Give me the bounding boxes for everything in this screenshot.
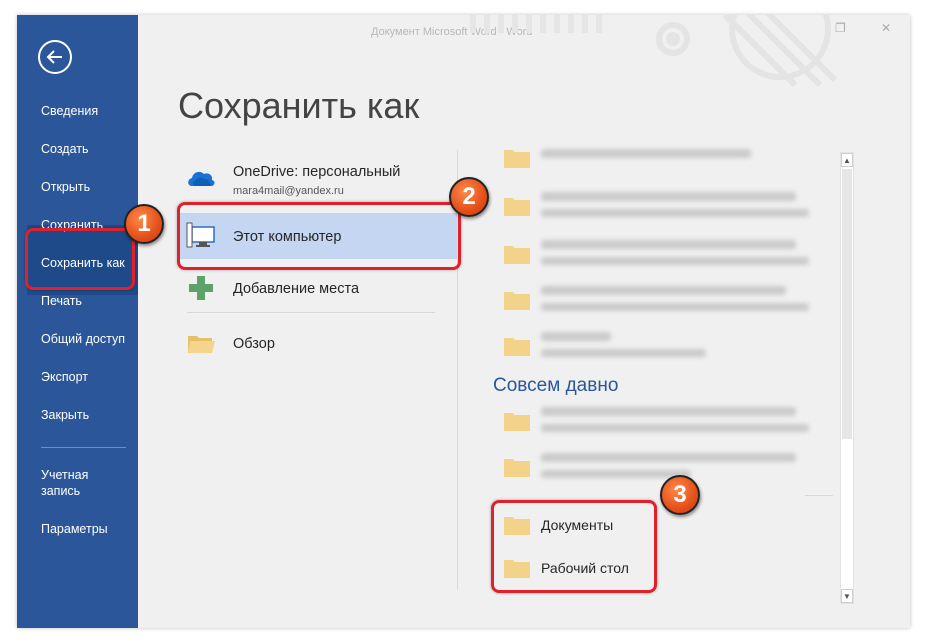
recent-folder-row[interactable] — [503, 400, 815, 444]
back-button[interactable] — [38, 40, 72, 74]
word-window: Сведения Создать Открыть Сохранить Сохра… — [17, 15, 910, 628]
blurred-folder-path — [541, 303, 809, 311]
add-place-label: Добавление места — [233, 281, 360, 297]
list-divider — [805, 495, 833, 496]
blurred-folder-path — [541, 424, 809, 432]
page-title: Сохранить как — [178, 85, 420, 126]
close-window-icon[interactable]: ✕ — [881, 21, 891, 35]
folder-icon — [504, 338, 530, 356]
add-place-plus-icon — [189, 276, 213, 300]
recent-folder-row[interactable] — [503, 325, 815, 369]
nav-item-share[interactable]: Общий доступ — [41, 331, 125, 347]
blurred-folder-path — [541, 349, 706, 357]
scroll-up-icon[interactable]: ▲ — [841, 153, 853, 167]
nav-item-close[interactable]: Закрыть — [41, 407, 89, 423]
step-badge-3: 3 — [660, 475, 700, 515]
blurred-folder-path — [541, 470, 691, 478]
nav-item-open[interactable]: Открыть — [41, 179, 90, 195]
restore-icon[interactable]: ❐ — [835, 21, 846, 35]
backstage-nav: Сведения Создать Открыть Сохранить Сохра… — [17, 15, 138, 628]
folder-icon — [504, 246, 530, 264]
blurred-folder-name — [541, 332, 611, 341]
blurred-folder-name — [541, 453, 796, 462]
scroll-thumb[interactable] — [842, 169, 852, 439]
blurred-folder-path — [541, 257, 809, 265]
blurred-folder-name — [541, 407, 796, 416]
recent-folder-row[interactable] — [503, 279, 815, 323]
highlight-folders — [491, 500, 657, 593]
blurred-folder-name — [541, 286, 786, 295]
recent-folder-row[interactable] — [503, 446, 815, 490]
highlight-save-as — [25, 228, 135, 290]
nav-item-options[interactable]: Параметры — [41, 521, 108, 537]
locations-separator — [187, 312, 435, 313]
nav-item-new[interactable]: Создать — [41, 141, 89, 157]
browse-label: Обзор — [233, 336, 275, 352]
folder-icon — [504, 150, 530, 168]
blurred-folder-name — [541, 149, 751, 158]
folder-icon — [504, 413, 530, 431]
section-heading-older: Совсем давно — [493, 375, 619, 396]
step-badge-1: 1 — [124, 204, 164, 244]
nav-item-account[interactable]: Учетная запись — [41, 467, 121, 499]
folder-icon — [504, 292, 530, 310]
nav-separator — [41, 447, 126, 448]
nav-item-export[interactable]: Экспорт — [41, 369, 88, 385]
open-folder-icon — [188, 336, 215, 353]
blurred-folder-name — [541, 192, 796, 201]
folder-icon — [504, 198, 530, 216]
onedrive-email: mara4mail@yandex.ru — [233, 185, 344, 197]
folder-icon — [504, 459, 530, 477]
recent-folder-row[interactable] — [503, 233, 815, 277]
blurred-folder-path — [541, 209, 809, 217]
onedrive-label: OneDrive: персональный — [233, 164, 401, 180]
scroll-down-icon[interactable]: ▼ — [841, 589, 853, 603]
highlight-this-pc — [177, 202, 461, 270]
recent-folder-row[interactable] — [503, 185, 815, 229]
location-add-place[interactable]: Добавление места — [178, 265, 458, 311]
onedrive-cloud-icon — [188, 171, 215, 186]
location-browse[interactable]: Обзор — [178, 320, 458, 366]
back-arrow-icon — [46, 50, 62, 64]
blurred-folder-name — [541, 240, 796, 249]
location-onedrive[interactable]: OneDrive: персональный mara4mail@yandex.… — [178, 155, 458, 201]
step-badge-2: 2 — [449, 177, 489, 217]
nav-item-info[interactable]: Сведения — [41, 103, 98, 119]
nav-item-print[interactable]: Печать — [41, 293, 82, 309]
folder-list-scrollbar[interactable]: ▲ ▼ — [840, 152, 854, 604]
recent-folder-row[interactable] — [503, 137, 815, 181]
